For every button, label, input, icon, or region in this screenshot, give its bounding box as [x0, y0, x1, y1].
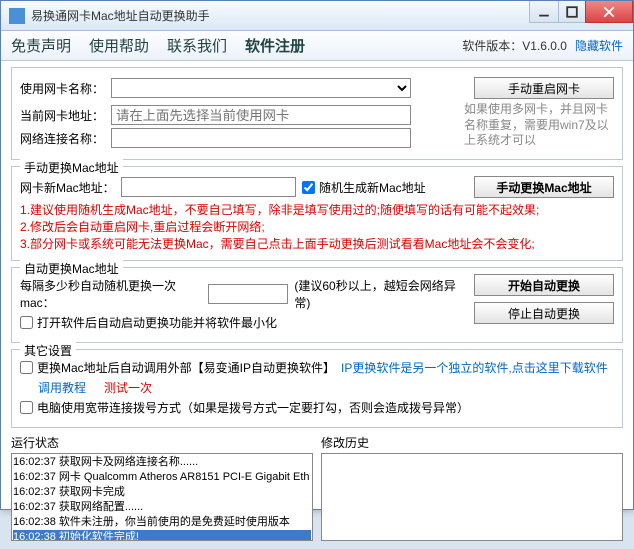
manual-legend: 手动更换Mac地址 [20, 159, 123, 176]
run-status-list[interactable]: 16:02:37 获取网卡及网络连接名称......16:02:37 网卡 Qu… [11, 453, 313, 541]
hide-software-link[interactable]: 隐藏软件 [575, 37, 623, 54]
manual-change-box: 手动更换Mac地址 网卡新Mac地址： 随机生成新Mac地址 手动更换Mac地址… [11, 166, 623, 261]
external-ip-checkbox[interactable] [20, 361, 33, 374]
window-title: 易换通网卡Mac地址自动更换助手 [31, 7, 530, 24]
log-line[interactable]: 16:02:38 软件未注册，你当前使用的是免费延时使用版本 [13, 515, 311, 530]
random-mac-checkbox[interactable] [302, 181, 315, 194]
log-line[interactable]: 16:02:37 网卡 Qualcomm Atheros AR8151 PCI-… [13, 470, 311, 485]
manual-change-button[interactable]: 手动更换Mac地址 [474, 176, 614, 198]
log-line[interactable]: 16:02:37 获取网卡完成 [13, 485, 311, 500]
card-addr-label: 当前网卡地址： [20, 107, 105, 124]
startup-auto-checkbox[interactable] [20, 316, 33, 329]
dial-checkbox[interactable] [20, 401, 33, 414]
auto-legend: 自动更换Mac地址 [20, 260, 123, 277]
interval-field[interactable] [208, 284, 288, 304]
menu-contact[interactable]: 联系我们 [167, 35, 227, 56]
menu-disclaimer[interactable]: 免责声明 [11, 35, 71, 56]
external-ip-checkbox-label[interactable]: 更换Mac地址后自动调用外部【易变通IP自动更换软件】 [20, 359, 335, 376]
menubar: 免责声明 使用帮助 联系我们 软件注册 软件版本：V1.6.0.0 隐藏软件 [1, 31, 633, 61]
log-line[interactable]: 16:02:37 获取网卡及网络连接名称...... [13, 455, 311, 470]
card-addr-field[interactable] [111, 105, 411, 125]
card-name-select[interactable] [111, 78, 411, 98]
run-status-label: 运行状态 [11, 434, 313, 451]
other-legend: 其它设置 [20, 342, 76, 359]
interval-hint: (建议60秒以上，越短会网络异常) [294, 277, 464, 311]
startup-auto-checkbox-label[interactable]: 打开软件后自动启动更换功能并将软件最小化 [20, 314, 277, 331]
new-mac-field[interactable] [121, 177, 296, 197]
tutorial-link[interactable]: 调用教程 [38, 379, 86, 396]
start-auto-button[interactable]: 开始自动更换 [474, 274, 614, 296]
stop-auto-button[interactable]: 停止自动更换 [474, 302, 614, 324]
manual-warnings: 1.建议使用随机生成Mac地址，不要自己填写，除非是填写使用过的;随便填写的话有… [20, 202, 614, 252]
history-label: 修改历史 [321, 434, 623, 451]
minimize-button[interactable] [529, 1, 559, 23]
conn-name-field[interactable] [111, 128, 411, 148]
version-label: 软件版本：V1.6.0.0 [462, 37, 567, 54]
other-settings-box: 其它设置 更换Mac地址后自动调用外部【易变通IP自动更换软件】 IP更换软件是… [11, 349, 623, 428]
new-mac-label: 网卡新Mac地址： [20, 179, 115, 196]
random-mac-checkbox-label[interactable]: 随机生成新Mac地址 [302, 179, 426, 196]
download-ip-software-link[interactable]: IP更换软件是另一个独立的软件,点击这里下载软件 [341, 359, 608, 376]
card-info-box: 使用网卡名称： 手动重启网卡 当前网卡地址： 网络连接名称： 如果使用多网卡，并 [11, 67, 623, 160]
restart-card-button[interactable]: 手动重启网卡 [474, 77, 614, 99]
conn-name-label: 网络连接名称： [20, 130, 105, 147]
test-once-link[interactable]: 测试一次 [104, 379, 152, 396]
history-list[interactable] [321, 453, 623, 541]
app-icon [9, 8, 25, 24]
maximize-button[interactable] [558, 1, 586, 23]
close-button[interactable] [585, 1, 633, 23]
log-line[interactable]: 16:02:37 获取网络配置...... [13, 500, 311, 515]
titlebar: 易换通网卡Mac地址自动更换助手 [1, 1, 633, 31]
multi-card-note: 如果使用多网卡，并且网卡名称重复，需要用win7及以上系统才可以 [464, 102, 614, 151]
card-name-label: 使用网卡名称： [20, 80, 105, 97]
dial-checkbox-label[interactable]: 电脑使用宽带连接拨号方式（如果是拨号方式一定要打勾，否则会造成拨号异常） [20, 399, 469, 416]
menu-register[interactable]: 软件注册 [245, 35, 305, 56]
interval-label: 每隔多少秒自动随机更换一次mac： [20, 277, 202, 311]
log-line[interactable]: 16:02:38 初始化软件完成! [13, 530, 311, 542]
auto-change-box: 自动更换Mac地址 每隔多少秒自动随机更换一次mac： (建议60秒以上，越短会… [11, 267, 623, 343]
menu-help[interactable]: 使用帮助 [89, 35, 149, 56]
